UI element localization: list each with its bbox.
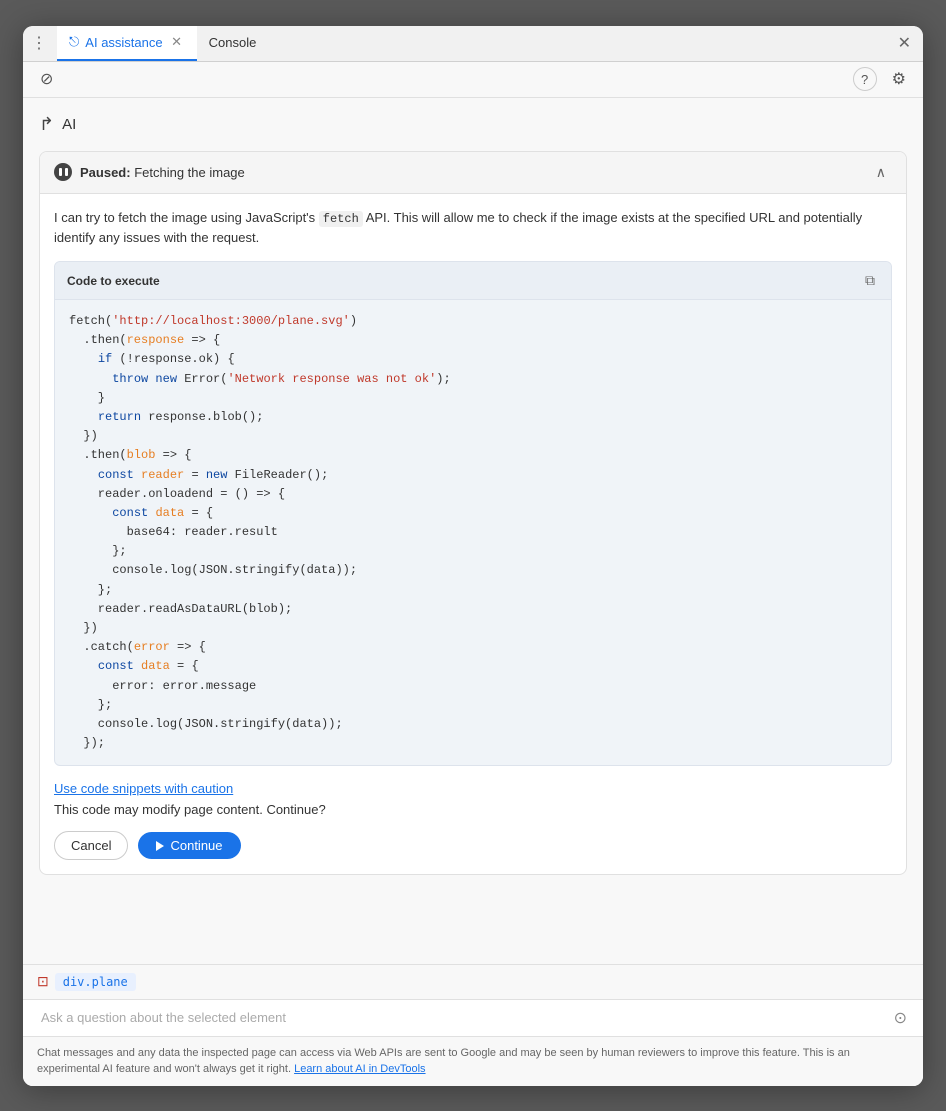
collapse-button[interactable]: ∧ [870,162,892,183]
window-close-button[interactable]: ✕ [894,29,915,57]
code-block: Code to execute ⧉ fetch('http://localhos… [54,261,892,766]
paused-body: I can try to fetch the image using JavaS… [40,194,906,875]
fetch-code-inline: fetch [319,211,363,227]
tab-ai-assistance-label: AI assistance [85,35,162,50]
paused-header-left: Paused: Fetching the image [54,163,245,181]
tab-ai-assistance[interactable]: ⎋ AI assistance ✕ [57,26,197,62]
toolbar-right: ? ⚙ [853,66,911,92]
continue-button[interactable]: Continue [138,832,240,859]
ai-header-label: AI [62,116,76,133]
toolbar-left: ⊘ [35,66,58,92]
tab-console[interactable]: Console [197,26,269,62]
code-content: fetch('http://localhost:3000/plane.svg')… [55,300,891,765]
tab-bar: ⋮ ⎋ AI assistance ✕ Console ✕ [23,26,923,62]
element-chip-row: ⊡ div.plane [23,965,923,1000]
ban-button[interactable]: ⊘ [35,66,58,92]
ai-panel: ↱ AI Paused: Fetchi [23,98,923,964]
devtools-window: ⋮ ⎋ AI assistance ✕ Console ✕ ⊘ ? ⚙ ↱ AI [23,26,923,1086]
bottom-section: ⊡ div.plane ⊙ Chat messages and any data… [23,964,923,1086]
menu-icon[interactable]: ⋮ [31,33,47,53]
paused-title: Paused: Fetching the image [80,165,245,180]
disclaimer: Chat messages and any data the inspected… [23,1037,923,1086]
settings-button[interactable]: ⚙ [887,66,911,92]
ask-input[interactable] [33,1006,888,1029]
paused-card: Paused: Fetching the image ∧ I can try t… [39,151,907,876]
ask-input-wrapper: ⊙ [23,1000,923,1037]
play-icon [156,841,164,851]
paused-status: Paused: [80,165,131,180]
cancel-button[interactable]: Cancel [54,831,128,860]
code-block-header: Code to execute ⧉ [55,262,891,300]
disclaimer-link[interactable]: Learn about AI in DevTools [294,1063,425,1075]
copy-code-button[interactable]: ⧉ [861,270,879,291]
paused-detail: Fetching the image [134,165,245,180]
element-selector-icon: ⊡ [37,973,49,990]
toolbar: ⊘ ? ⚙ [23,62,923,98]
mic-button[interactable]: ⊙ [888,1006,913,1030]
ai-header-icon: ↱ [39,114,54,135]
ai-panel-header: ↱ AI [39,114,907,135]
help-button[interactable]: ? [853,67,877,91]
pause-icon [54,163,72,181]
element-chip-tag[interactable]: div.plane [55,973,136,991]
disclaimer-text: Chat messages and any data the inspected… [37,1047,850,1076]
continue-label: Continue [170,838,222,853]
action-buttons: Cancel Continue [54,831,892,860]
tab-console-label: Console [209,35,257,50]
warning-link[interactable]: Use code snippets with caution [54,781,233,796]
ai-tab-icon: ⎋ [69,34,79,50]
main-content: ↱ AI Paused: Fetchi [23,98,923,1086]
paused-header: Paused: Fetching the image ∧ [40,152,906,194]
tab-close-ai[interactable]: ✕ [169,34,185,50]
code-block-title: Code to execute [67,274,160,288]
warning-text: This code may modify page content. Conti… [54,802,892,817]
paused-description: I can try to fetch the image using JavaS… [54,208,892,248]
